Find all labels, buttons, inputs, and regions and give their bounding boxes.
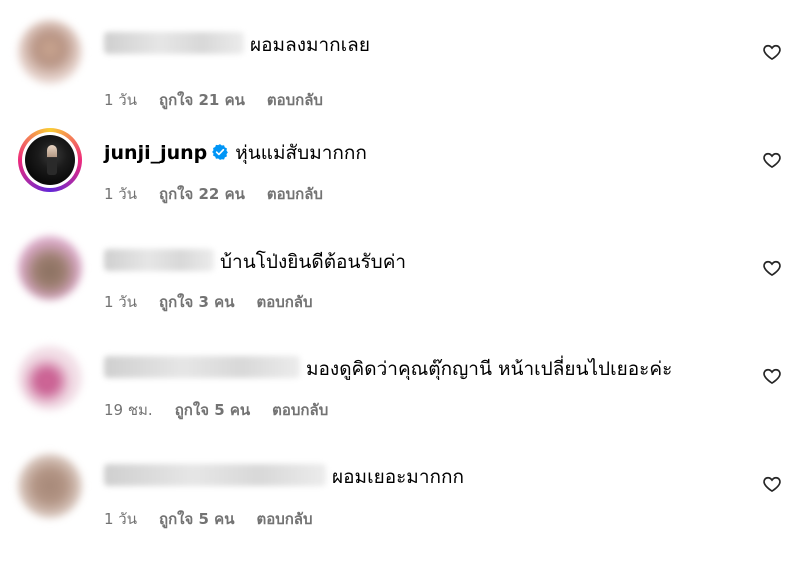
like-count[interactable]: ถูกใจ 21 คน (159, 91, 245, 109)
reply-button[interactable]: ตอบกลับ (272, 401, 328, 419)
avatar[interactable] (18, 128, 82, 192)
reply-button[interactable]: ตอบกลับ (256, 293, 312, 311)
comment-item: junji_junp หุ่นแม่สับมากกก 1 วัน ถูกใจ 22… (0, 122, 800, 222)
avatar[interactable] (18, 236, 82, 300)
username-blurred[interactable] (104, 356, 300, 378)
heart-outline-icon[interactable] (762, 474, 782, 494)
heart-outline-icon[interactable] (762, 150, 782, 170)
reply-button[interactable]: ตอบกลับ (256, 510, 312, 528)
avatar[interactable] (18, 346, 82, 410)
reply-button[interactable]: ตอบกลับ (267, 91, 323, 109)
verified-badge-icon (212, 144, 229, 160)
like-count[interactable]: ถูกใจ 3 คน (159, 293, 234, 311)
comment-item: ผอมลงมากเลย 1 วัน ถูกใจ 21 คน ตอบกลับ (0, 14, 800, 114)
comment-time[interactable]: 19 ชม. (104, 401, 153, 419)
comment-text: มองดูคิดว่าคุณตุ๊กญานี หน้าเปลี่ยนไปเยอะ… (306, 358, 673, 380)
comment-text: บ้านโป่งยินดีต้อนรับค่า (220, 251, 407, 273)
heart-outline-icon[interactable] (762, 366, 782, 386)
comment-text: ผอมเยอะมากกก (332, 466, 465, 488)
comment-item: มองดูคิดว่าคุณตุ๊กญานี หน้าเปลี่ยนไปเยอะ… (0, 340, 800, 440)
heart-outline-icon[interactable] (762, 258, 782, 278)
comment-text: หุ่นแม่สับมากกก (235, 142, 367, 164)
comment-item: บ้านโป่งยินดีต้อนรับค่า 1 วัน ถูกใจ 3 คน ต… (0, 232, 800, 332)
username-blurred[interactable] (104, 464, 326, 486)
like-count[interactable]: ถูกใจ 22 คน (159, 185, 245, 203)
like-count[interactable]: ถูกใจ 5 คน (159, 510, 234, 528)
like-count[interactable]: ถูกใจ 5 คน (175, 401, 250, 419)
avatar[interactable] (18, 454, 82, 518)
username-blurred[interactable] (104, 32, 244, 54)
username[interactable]: junji_junp (104, 142, 207, 164)
username-blurred[interactable] (104, 249, 214, 271)
comment-time[interactable]: 1 วัน (104, 293, 137, 311)
comment-item: ผอมเยอะมากกก 1 วัน ถูกใจ 5 คน ตอบกลับ (0, 450, 800, 550)
comment-time[interactable]: 1 วัน (104, 91, 137, 109)
heart-outline-icon[interactable] (762, 42, 782, 62)
reply-button[interactable]: ตอบกลับ (267, 185, 323, 203)
avatar[interactable] (18, 20, 82, 84)
comment-text: ผอมลงมากเลย (250, 34, 370, 56)
comment-time[interactable]: 1 วัน (104, 510, 137, 528)
comment-time[interactable]: 1 วัน (104, 185, 137, 203)
